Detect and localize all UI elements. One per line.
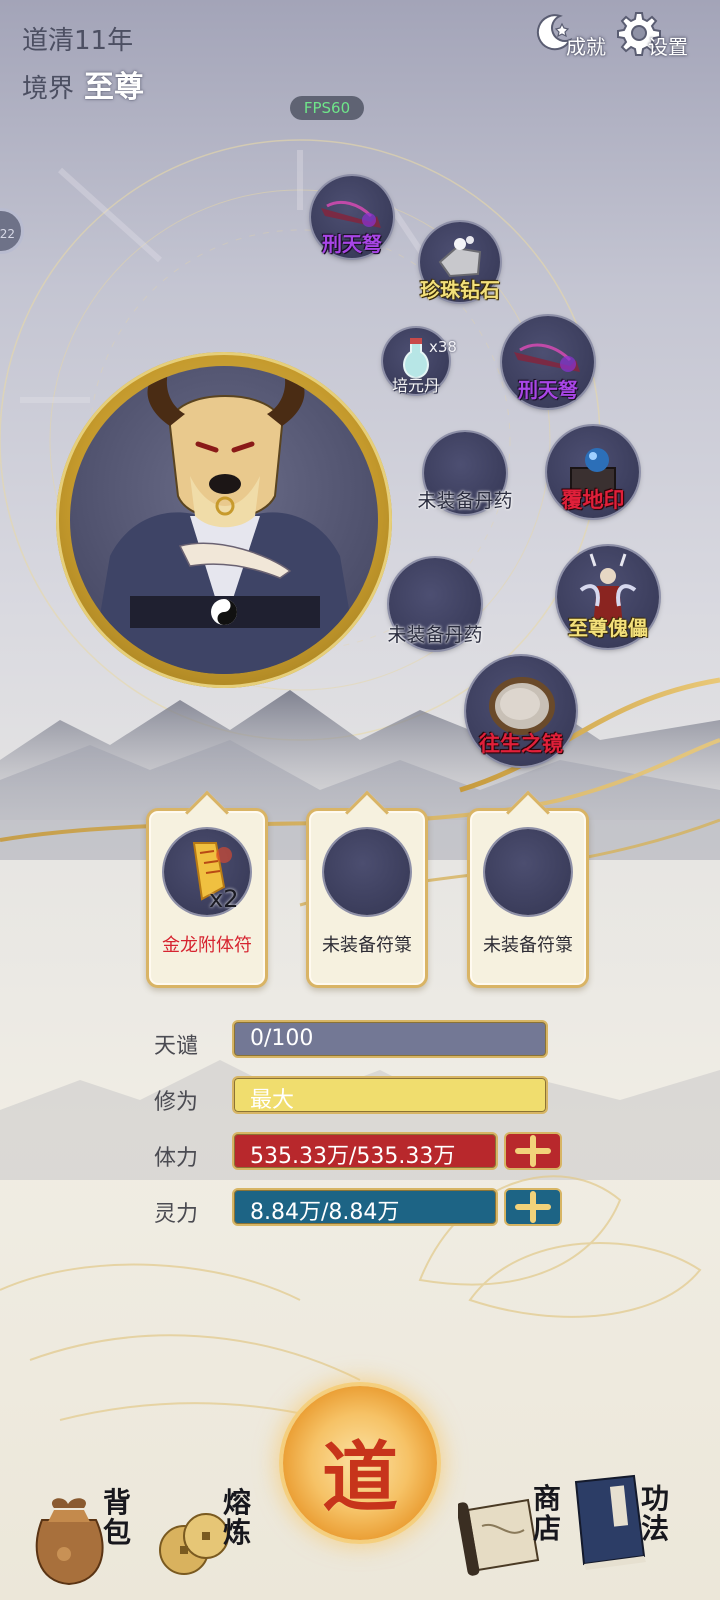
book-icon xyxy=(574,1474,646,1570)
equip-count: x38 xyxy=(429,338,457,356)
stat-label-xiuwei: 修为 xyxy=(154,1090,199,1115)
equip-slot-crossbow-2[interactable]: 刑天弩 xyxy=(502,316,594,408)
nav-bag-button[interactable]: 背包 xyxy=(24,1480,144,1590)
dao-emblem: 道 xyxy=(322,1433,398,1522)
nav-refine-label: 熔炼 xyxy=(222,1486,251,1549)
talisman-name: 未装备符箓 xyxy=(322,935,412,956)
equip-label: 未装备丹药 xyxy=(387,624,483,646)
nav-skills-button[interactable]: 功法 xyxy=(562,1466,702,1590)
stat-bar-tili: 535.33万/535.33万 xyxy=(232,1132,498,1170)
talisman-card-1[interactable]: x2 金龙附体符 xyxy=(146,790,268,988)
add-tili-button[interactable] xyxy=(504,1132,562,1170)
bag-icon xyxy=(35,1498,104,1586)
equip-slot-supreme-puppet[interactable]: 至尊傀儡 xyxy=(557,546,659,648)
side-drawer-tab[interactable]: 22 xyxy=(0,208,24,254)
plus-icon xyxy=(515,1135,551,1167)
card-cap-ornament xyxy=(506,790,550,835)
equip-label: 刑天弩 xyxy=(322,232,382,256)
equip-slot-rebirth-mirror[interactable]: 往生之镜 xyxy=(466,656,576,766)
plus-icon xyxy=(515,1191,551,1223)
settings-label: 设置 xyxy=(648,35,688,59)
stat-label-tili: 体力 xyxy=(154,1146,199,1171)
stat-label-lingli: 灵力 xyxy=(154,1202,199,1227)
character-portrait xyxy=(70,366,378,674)
nav-refine-button[interactable]: 熔炼 xyxy=(150,1480,270,1590)
achievements-label: 成就 xyxy=(566,35,606,59)
equip-slot-pearl-diamond[interactable]: 珍珠钻石 xyxy=(420,222,500,302)
stat-value-tianqian: 0/100 xyxy=(250,1026,314,1051)
equip-label: 刑天弩 xyxy=(518,378,578,402)
equip-slot-fudi-seal[interactable]: 覆地印 xyxy=(547,426,639,518)
talisman-slot-empty xyxy=(485,829,571,915)
stat-value-tili: 535.33万/535.33万 xyxy=(250,1144,456,1169)
realm-label: 境界 xyxy=(22,74,75,104)
equip-label: 覆地印 xyxy=(561,488,625,512)
equip-slot-empty-pill-2[interactable]: 未装备丹药 xyxy=(387,558,483,650)
fps-counter: FPS60 xyxy=(290,96,364,120)
character-portrait-frame[interactable] xyxy=(56,352,392,688)
settings-button[interactable]: 设置 xyxy=(612,8,692,64)
equip-label: 培元丹 xyxy=(391,376,441,395)
stat-label-tianqian: 天谴 xyxy=(154,1034,199,1059)
character-avatar xyxy=(90,366,360,674)
equip-slot-empty-pill-1[interactable]: 未装备丹药 xyxy=(417,432,513,514)
nav-shop-label: 商店 xyxy=(532,1482,561,1545)
equip-label: 至尊傀儡 xyxy=(568,616,648,640)
talisman-name: 未装备符箓 xyxy=(483,935,573,956)
stat-value-xiuwei: 最大 xyxy=(250,1088,295,1113)
nav-bag-label: 背包 xyxy=(102,1486,131,1549)
nav-shop-button[interactable]: 商店 xyxy=(458,1476,578,1590)
stat-bar-xiuwei: 最大 xyxy=(232,1076,548,1114)
realm-value: 至尊 xyxy=(84,70,144,105)
equip-label: 未装备丹药 xyxy=(417,490,513,512)
equip-label: 珍珠钻石 xyxy=(420,278,500,302)
achievements-button[interactable]: 成就 xyxy=(530,8,610,64)
equip-label: 往生之镜 xyxy=(479,732,563,756)
nav-skills-label: 功法 xyxy=(640,1482,669,1545)
stat-value-lingli: 8.84万/8.84万 xyxy=(250,1200,400,1225)
card-cap-ornament xyxy=(345,790,389,835)
equip-slot-crossbow-1[interactable]: 刑天弩 xyxy=(311,176,393,258)
dao-main-button[interactable]: 道 xyxy=(283,1386,437,1540)
equip-slot-peiyuan-pill[interactable]: x38 培元丹 xyxy=(383,328,457,395)
stat-bar-tianqian: 0/100 xyxy=(232,1020,548,1058)
talisman-count: x2 xyxy=(209,885,239,913)
add-lingli-button[interactable] xyxy=(504,1188,562,1226)
talisman-card-2[interactable]: 未装备符箓 xyxy=(306,790,428,988)
talisman-card-3[interactable]: 未装备符箓 xyxy=(467,790,589,988)
era-year-text: 道清11年 xyxy=(22,26,134,56)
card-cap-ornament xyxy=(185,790,229,835)
stat-bar-lingli: 8.84万/8.84万 xyxy=(232,1188,498,1226)
talisman-name: 金龙附体符 xyxy=(162,935,252,956)
talisman-slot-empty xyxy=(324,829,410,915)
